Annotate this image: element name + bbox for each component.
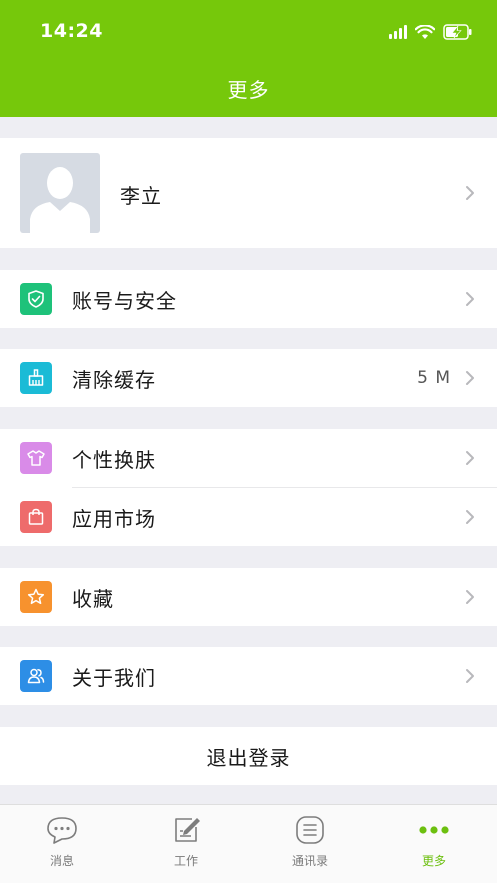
- about-section: 关于我们: [0, 647, 497, 705]
- tab-work[interactable]: 工作: [124, 805, 248, 883]
- tab-contacts[interactable]: 通讯录: [248, 805, 372, 883]
- personalization-section: 个性换肤 应用市场: [0, 429, 497, 546]
- cache-size: 5 M: [417, 368, 451, 388]
- chevron-right-icon: [466, 451, 474, 465]
- avatar: [20, 153, 100, 233]
- menu-item-label: 关于我们: [72, 665, 156, 690]
- chevron-right-icon: [466, 186, 474, 200]
- menu-item-account-security[interactable]: 账号与安全: [0, 270, 497, 328]
- shopping-bag-icon: [20, 501, 52, 533]
- edit-icon: [175, 818, 200, 842]
- star-icon: [20, 581, 52, 613]
- cache-section: 清除缓存 5 M: [0, 349, 497, 407]
- chevron-right-icon: [466, 669, 474, 683]
- profile-name: 李立: [120, 184, 162, 208]
- logout-label: 退出登录: [206, 745, 291, 770]
- menu-item-label: 清除缓存: [72, 367, 156, 392]
- wifi-icon: [415, 24, 435, 39]
- menu-item-label: 个性换肤: [72, 447, 156, 472]
- profile-card[interactable]: 李立: [0, 138, 497, 248]
- chevron-right-icon: [466, 292, 474, 306]
- broom-icon: [20, 362, 52, 394]
- tshirt-icon: [20, 442, 52, 474]
- tab-more[interactable]: 更多: [372, 805, 496, 883]
- tab-bar: 消息 工作 通讯录 更多: [0, 804, 497, 883]
- menu-item-favorites[interactable]: 收藏: [0, 568, 497, 626]
- tab-label: 更多: [421, 854, 446, 868]
- chevron-right-icon: [466, 590, 474, 604]
- app-header: 14:24 更多: [0, 0, 497, 117]
- logout-button[interactable]: 退出登录: [0, 727, 497, 785]
- battery-charging-icon: [443, 24, 472, 40]
- chevron-right-icon: [466, 371, 474, 385]
- menu-item-app-market[interactable]: 应用市场: [0, 488, 497, 546]
- shield-icon: [20, 283, 52, 315]
- chevron-right-icon: [466, 510, 474, 524]
- menu-item-about[interactable]: 关于我们: [0, 647, 497, 705]
- contacts-list-icon: [296, 816, 324, 844]
- tab-label: 工作: [173, 854, 198, 868]
- more-dots-icon: [419, 826, 449, 834]
- account-security-section: 账号与安全: [0, 270, 497, 328]
- menu-item-label: 应用市场: [72, 506, 156, 531]
- chat-bubble-icon: [47, 817, 77, 844]
- page-title: 更多: [227, 78, 270, 102]
- favorites-section: 收藏: [0, 568, 497, 626]
- menu-item-clear-cache[interactable]: 清除缓存 5 M: [0, 349, 497, 407]
- menu-item-label: 收藏: [72, 586, 114, 611]
- users-icon: [20, 660, 52, 692]
- tab-messages[interactable]: 消息: [0, 805, 124, 883]
- menu-item-label: 账号与安全: [72, 288, 177, 313]
- signal-icon: [389, 25, 407, 39]
- tab-label: 消息: [49, 854, 74, 868]
- menu-item-skin[interactable]: 个性换肤: [0, 429, 497, 487]
- status-time: 14:24: [40, 20, 103, 42]
- status-icons: [389, 22, 473, 42]
- tab-label: 通讯录: [291, 854, 328, 868]
